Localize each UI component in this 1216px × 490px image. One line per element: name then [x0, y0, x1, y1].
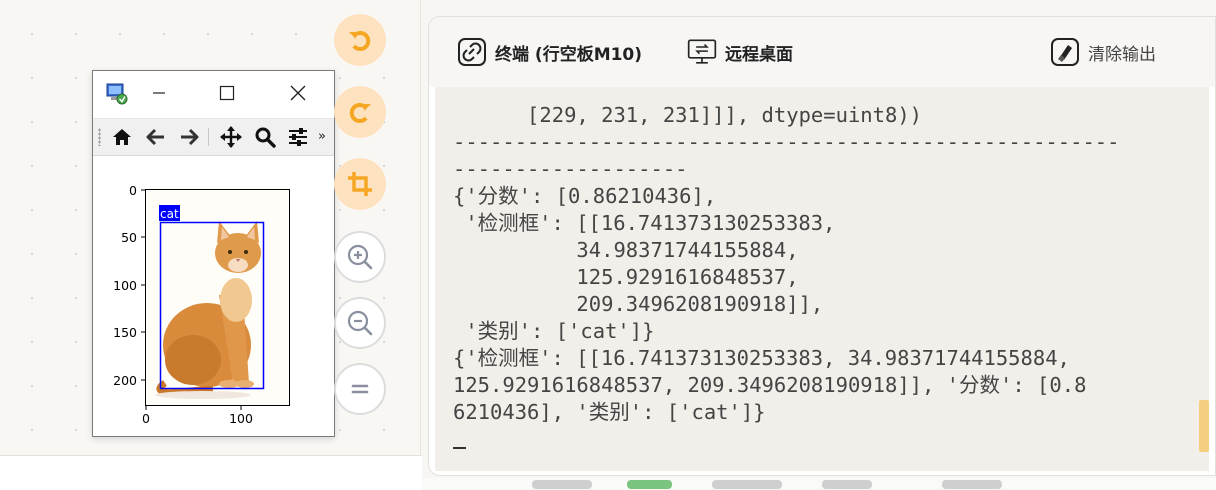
- configure-button[interactable]: [286, 125, 310, 149]
- terminal-line: 34.98371744155884,: [453, 238, 799, 262]
- panel-header: 终端 (行空板M10) 远程桌面 清除输出: [429, 17, 1215, 87]
- taskbar-item: [532, 480, 592, 489]
- y-axis: 0 50 100 150 200: [113, 183, 145, 388]
- window-titlebar[interactable]: [93, 71, 334, 117]
- scrollbar-thumb[interactable]: [1199, 400, 1209, 452]
- undo-icon: [349, 31, 371, 51]
- crop-icon: [348, 172, 372, 196]
- pan-button[interactable]: [219, 125, 243, 149]
- terminal-panel: 终端 (行空板M10) 远程桌面 清除输出 [229, 231, 231]]],…: [428, 16, 1216, 476]
- tab-remote-desktop-label: 远程桌面: [725, 44, 793, 65]
- terminal-line: [229, 231, 231]]], dtype=uint8)): [453, 103, 922, 127]
- zoom-in-icon: [347, 244, 373, 270]
- reset-zoom-button[interactable]: [334, 363, 386, 415]
- maximize-icon: [219, 85, 235, 101]
- zoom-button[interactable]: [253, 125, 277, 149]
- terminal-scrollbar[interactable]: [1199, 87, 1209, 471]
- y-tick-label: 100: [113, 278, 137, 293]
- toolbar-grip[interactable]: [98, 128, 101, 146]
- terminal-line: 209.3496208190918]],: [453, 292, 824, 316]
- zoom-out-icon: [347, 310, 373, 336]
- y-tick-label: 200: [113, 373, 137, 388]
- terminal-line: 6210436], '类别': ['cat']}: [453, 400, 766, 424]
- maximize-button[interactable]: [215, 81, 239, 105]
- taskbar-item: [942, 480, 1002, 489]
- figure-window[interactable]: » cat 0 50 100 150 200 0 100: [92, 70, 335, 437]
- x-tick-label: 100: [229, 411, 253, 426]
- home-icon: [113, 129, 131, 145]
- taskbar-item: [822, 480, 872, 489]
- x-tick-label: 0: [142, 411, 150, 426]
- undo-button[interactable]: [334, 14, 386, 66]
- forward-button[interactable]: [177, 125, 201, 149]
- monitor-icon: [687, 37, 717, 67]
- broom-icon: [1050, 37, 1080, 67]
- plot-svg: cat 0 50 100 150 200 0 100: [113, 183, 290, 426]
- bottom-input-bar[interactable]: [0, 455, 422, 490]
- arrow-right-icon: [181, 128, 199, 146]
- y-tick-label: 50: [121, 230, 137, 245]
- terminal-cursor: [453, 447, 466, 449]
- magnifier-icon: [255, 127, 276, 148]
- y-tick-label: 0: [129, 183, 137, 198]
- equals-icon: [351, 384, 369, 394]
- clear-output-label: 清除输出: [1088, 44, 1156, 65]
- move-icon: [220, 126, 242, 148]
- tab-terminal[interactable]: 终端 (行空板M10): [457, 36, 642, 68]
- sliders-icon: [289, 128, 307, 146]
- terminal-line: ----------------------------------------…: [453, 130, 1120, 154]
- back-button[interactable]: [144, 125, 168, 149]
- arrow-left-icon: [146, 128, 164, 146]
- terminal-line: 125.9291616848537,: [453, 265, 799, 289]
- taskbar-item: [627, 480, 672, 489]
- clear-output-button[interactable]: 清除输出: [1050, 36, 1156, 68]
- crop-button[interactable]: [334, 158, 386, 210]
- terminal-line: '类别': ['cat']}: [453, 319, 655, 343]
- terminal-line: 125.9291616848537, 209.3496208190918]], …: [453, 373, 1087, 397]
- toolbar-separator: [208, 128, 209, 146]
- taskbar-item: [712, 480, 782, 489]
- minimize-icon: [153, 92, 165, 94]
- close-button[interactable]: [286, 81, 310, 105]
- panel-divider: [420, 0, 421, 489]
- terminal-output[interactable]: [229, 231, 231]]], dtype=uint8)) -------…: [435, 87, 1209, 471]
- x-axis: 0 100: [142, 406, 253, 426]
- close-icon: [290, 85, 306, 101]
- tab-remote-desktop[interactable]: 远程桌面: [687, 36, 793, 68]
- box-label: cat: [160, 207, 179, 221]
- figure-canvas[interactable]: cat 0 50 100 150 200 0 100: [93, 155, 334, 436]
- redo-icon: [349, 103, 371, 123]
- link-icon: [457, 37, 487, 67]
- terminal-line: {'检测框': [[16.741373130253383, 34.9837174…: [453, 346, 1070, 370]
- zoom-in-button[interactable]: [334, 231, 386, 283]
- minimize-button[interactable]: [147, 81, 171, 105]
- home-button[interactable]: [110, 125, 134, 149]
- redo-button[interactable]: [334, 86, 386, 138]
- tab-terminal-label: 终端 (行空板M10): [495, 44, 643, 65]
- taskbar-strip: [422, 478, 1216, 489]
- terminal-line: -------------------: [453, 157, 688, 181]
- app-icon: [106, 83, 128, 105]
- toolbar-more-button[interactable]: »: [318, 129, 326, 144]
- zoom-out-button[interactable]: [334, 297, 386, 349]
- terminal-line: '检测框': [[16.741373130253383,: [453, 211, 836, 235]
- y-tick-label: 150: [113, 325, 137, 340]
- figure-toolbar: »: [93, 118, 334, 156]
- terminal-line: {'分数': [0.86210436],: [453, 184, 717, 208]
